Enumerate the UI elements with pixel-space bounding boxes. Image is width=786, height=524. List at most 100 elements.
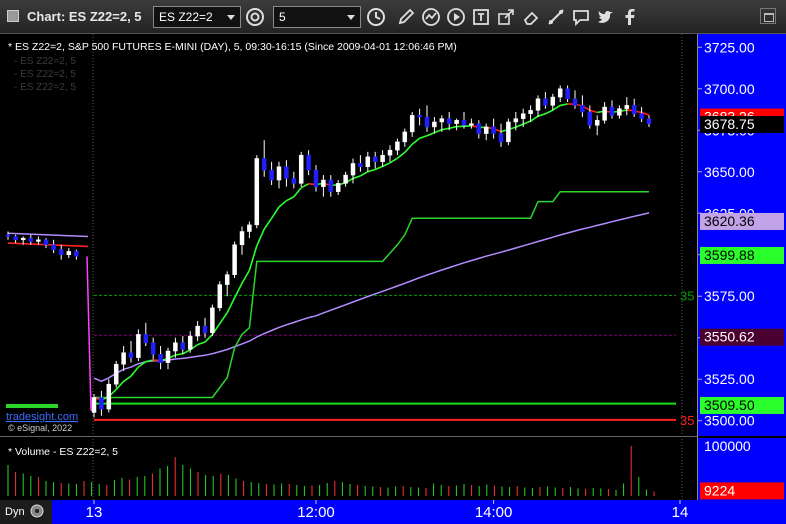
price-candle (150, 342, 156, 355)
price-candle (187, 335, 193, 350)
text-tool-icon[interactable] (471, 7, 491, 27)
price-badge-label: 3599.88 (704, 247, 755, 263)
price-candle (572, 98, 578, 106)
price-candle (631, 105, 637, 114)
price-candle (580, 105, 585, 113)
time-tick-label: 12:00 (297, 504, 335, 521)
level-label: 35 (680, 413, 694, 428)
watermark-link[interactable]: tradesight.com (6, 411, 78, 423)
price-candle (261, 158, 267, 171)
interval-value: 5 (279, 10, 286, 24)
prev-day-candle (13, 236, 18, 241)
price-candle (491, 126, 496, 134)
price-candle (624, 105, 630, 109)
price-candle (143, 334, 149, 343)
comment-icon[interactable] (571, 7, 591, 27)
price-candle (217, 284, 223, 309)
price-candle (476, 123, 482, 134)
price-candle (335, 183, 341, 192)
legend-ghost: - ES Z22=2, 5 (14, 82, 76, 93)
price-candle (409, 115, 415, 133)
maximize-button[interactable] (760, 8, 776, 24)
price-candle (136, 334, 141, 358)
settings-icon[interactable] (30, 504, 44, 518)
price-candle (646, 118, 652, 124)
price-tick-label: 3725.00 (704, 39, 755, 55)
time-tick-label: 13 (86, 504, 103, 521)
price-candle (439, 118, 445, 123)
price-candle (461, 120, 467, 126)
twitter-icon[interactable] (596, 7, 616, 27)
price-candle (247, 224, 252, 232)
price-candle (395, 141, 400, 151)
price-candle (417, 115, 422, 118)
price-candle (195, 325, 200, 337)
price-candle (158, 354, 163, 363)
price-candle (587, 111, 593, 126)
chart-settings-icon[interactable] (245, 7, 265, 27)
prev-day-candle (20, 237, 26, 241)
price-badge-label: 3550.62 (704, 329, 755, 345)
price-candle (239, 231, 245, 246)
price-candle (173, 342, 178, 352)
drawing-tools-icon[interactable] (546, 7, 566, 27)
pencil-icon[interactable] (396, 7, 416, 27)
price-badge-label: 3678.75 (704, 116, 755, 132)
line-chart-icon[interactable] (421, 7, 441, 27)
facebook-icon[interactable] (620, 7, 640, 27)
price-candle (498, 133, 504, 143)
price-candle (535, 98, 541, 111)
price-badge-label: 3509.50 (704, 397, 755, 413)
price-candle (528, 110, 533, 114)
price-candle (306, 154, 311, 171)
prev-day-candle (43, 239, 49, 246)
collapse-button[interactable] (7, 10, 19, 22)
copyright: © eSignal, 2022 (8, 423, 72, 433)
eraser-icon[interactable] (521, 7, 541, 27)
price-candle (380, 154, 385, 163)
window-title-bar: Chart: ES Z22=2, 5 ES Z22=2 5 (0, 0, 786, 34)
price-candle (328, 179, 334, 192)
price-candle (543, 98, 548, 106)
window-title: Chart: ES Z22=2, 5 (27, 9, 142, 24)
ema-segment (463, 124, 472, 128)
price-candle (454, 120, 459, 124)
price-candle (269, 169, 274, 181)
price-candle (224, 274, 230, 285)
prev-day-candle (5, 234, 11, 237)
volume-tick-label: 100000 (704, 438, 751, 454)
price-candle (365, 156, 371, 168)
chevron-down-icon (347, 15, 355, 20)
volume-label: * Volume - ES Z22=2, 5 (8, 446, 118, 458)
symbol-select[interactable]: ES Z22=2 (153, 6, 241, 28)
price-tick-label: 3700.00 (704, 81, 755, 97)
clock-icon[interactable] (366, 7, 386, 27)
time-tick-label: 14:00 (475, 504, 513, 521)
price-candle (202, 325, 208, 334)
level-label: 35 (680, 288, 694, 303)
price-candle (513, 118, 519, 123)
price-candle (99, 397, 104, 410)
time-axis[interactable] (0, 500, 786, 524)
time-tick-label: 14 (672, 504, 689, 521)
price-candle (106, 383, 112, 410)
price-candle (350, 163, 356, 176)
price-candle (402, 131, 408, 143)
play-icon[interactable] (446, 7, 466, 27)
price-candle (594, 120, 600, 126)
price-candle (180, 342, 186, 350)
prev-day-candle (66, 251, 72, 255)
prev-day-candle (74, 251, 79, 257)
price-candle (446, 118, 452, 124)
price-tick-label: 3575.00 (704, 288, 755, 304)
price-candle (113, 364, 119, 385)
price-candle (343, 174, 348, 184)
price-candle (602, 106, 607, 121)
price-candle (165, 350, 171, 363)
price-chart[interactable]: 3535 1000009224 3725.003700.003675.00365… (0, 34, 786, 524)
prev-day-candle (58, 249, 64, 255)
interval-select[interactable]: 5 (273, 6, 361, 28)
price-candle (372, 156, 378, 163)
price-candle (128, 352, 134, 358)
share-icon[interactable] (496, 7, 516, 27)
